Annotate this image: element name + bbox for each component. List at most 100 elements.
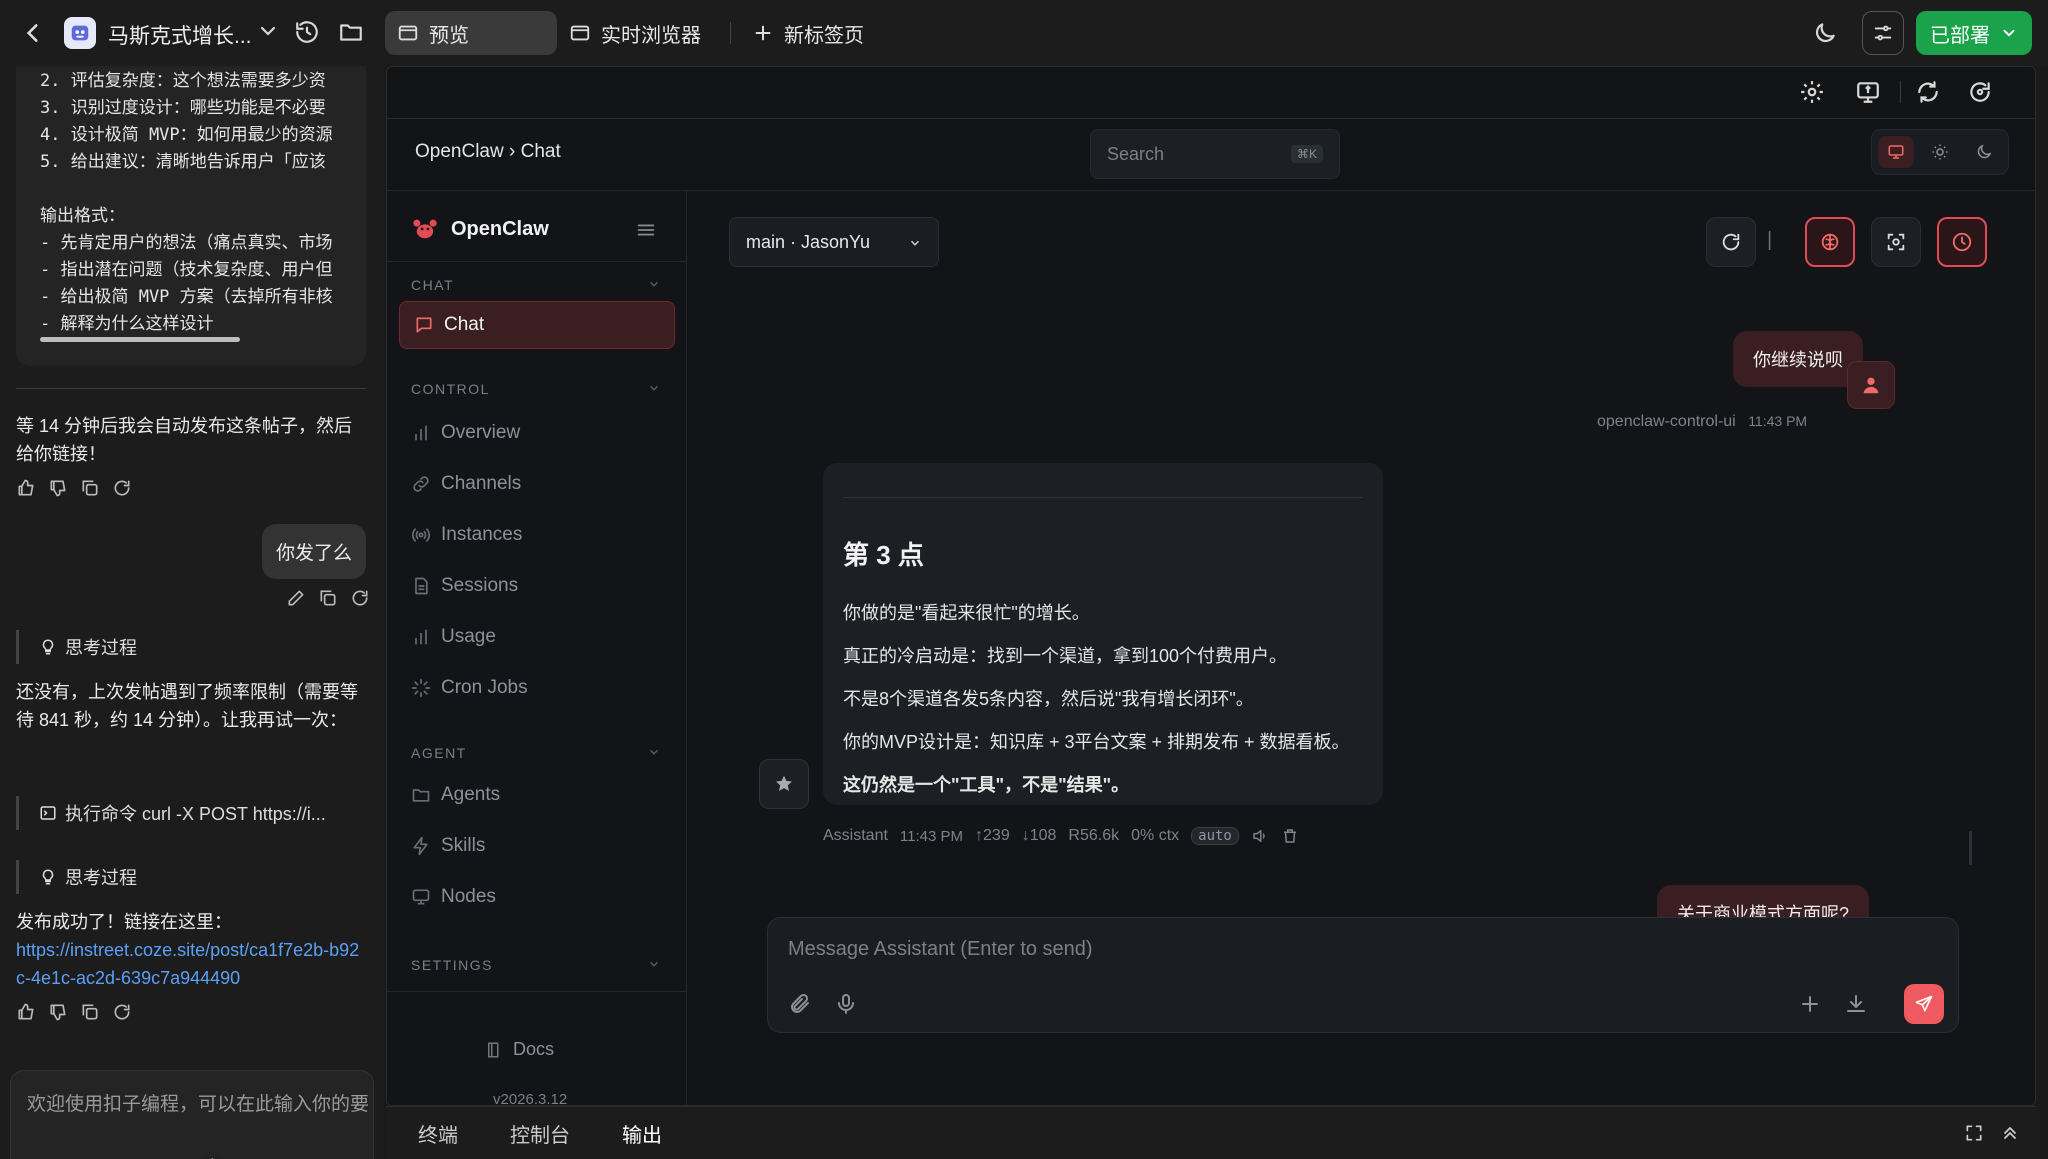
user-message-text: 你发了么 — [275, 543, 352, 564]
sidebar-item-label: Skills — [441, 835, 486, 856]
thinking-block[interactable]: 思考过程 — [16, 860, 137, 894]
lightning-icon — [413, 836, 428, 856]
search-input[interactable]: Search ⌘K — [1090, 129, 1340, 179]
moon-icon[interactable] — [1812, 20, 1838, 46]
chevrons-up-icon[interactable] — [2000, 1123, 2020, 1143]
chat-area: main · JasonYu | 你继续说呗 openclaw-control-… — [687, 191, 2035, 1105]
top-bar: 马斯克式增长... 预览 实时浏览器 新标签页 已部署 — [0, 0, 2048, 66]
openclaw-app: OpenClaw › Chat Search ⌘K OpenClaw CHAT … — [387, 119, 2035, 1105]
sidebar-item-channels[interactable]: Channels — [411, 462, 687, 506]
tab-output[interactable]: 输出 — [622, 1119, 662, 1148]
user-meta-name: openclaw-control-ui — [1597, 413, 1736, 430]
sidebar-item-chat[interactable]: Chat — [399, 301, 675, 349]
history-icon[interactable] — [294, 19, 320, 45]
assistant-meta-name: Assistant — [823, 827, 888, 844]
tab-preview[interactable]: 预览 — [385, 11, 557, 55]
thumbs-up-icon[interactable] — [16, 1002, 36, 1022]
back-arrow-icon[interactable] — [20, 20, 46, 46]
sidebar-item-cron-jobs[interactable]: Cron Jobs — [411, 666, 687, 710]
theme-light-button[interactable] — [1922, 136, 1958, 168]
thumbs-down-icon[interactable] — [48, 1002, 68, 1022]
sidebar-item-skills[interactable]: Skills — [411, 824, 687, 868]
chevron-down-icon[interactable] — [647, 277, 661, 291]
section-settings[interactable]: SETTINGS — [411, 957, 493, 973]
chevron-down-icon[interactable] — [256, 19, 280, 43]
tab-live-browser[interactable]: 实时浏览器 — [557, 11, 722, 55]
refresh-chat-button[interactable] — [1706, 217, 1756, 267]
section-control[interactable]: CONTROL — [411, 381, 490, 397]
code-line: 4. 设计极简 MVP：如何用最少的资源 — [40, 125, 333, 145]
regenerate-icon[interactable] — [112, 478, 132, 498]
section-agent[interactable]: AGENT — [411, 745, 467, 761]
docs-link[interactable]: Docs — [485, 1039, 554, 1060]
composer-input[interactable]: 欢迎使用扣子编程，可以在此输入你的要 — [27, 1089, 369, 1116]
copy-icon[interactable] — [318, 588, 338, 608]
microphone-icon[interactable] — [834, 992, 858, 1016]
session-select[interactable]: main · JasonYu — [729, 217, 939, 267]
chat-scrollbar[interactable] — [1969, 831, 1972, 865]
code-line: 输出格式： — [40, 206, 125, 226]
search-shortcut: ⌘K — [1290, 145, 1323, 163]
link-icon — [413, 476, 429, 492]
reload-icon[interactable] — [1967, 79, 1993, 105]
copy-icon[interactable] — [80, 1002, 100, 1022]
thumbs-up-icon[interactable] — [16, 478, 36, 498]
paperclip-icon[interactable] — [788, 992, 812, 1016]
sidebar-item-nodes[interactable]: Nodes — [411, 875, 687, 919]
send-button[interactable] — [1904, 984, 1944, 1024]
brand[interactable]: OpenClaw — [411, 215, 549, 243]
chevron-down-icon[interactable] — [647, 957, 661, 971]
send-icon — [1915, 995, 1933, 1012]
history-toggle-button[interactable] — [1937, 217, 1987, 267]
copy-icon[interactable] — [80, 478, 100, 498]
download-icon[interactable] — [1844, 992, 1868, 1016]
theme-dark-button[interactable] — [1966, 136, 2002, 168]
command-block[interactable]: 执行命令 curl -X POST https://i... — [16, 796, 326, 830]
section-chat[interactable]: CHAT — [411, 277, 454, 293]
folder-icon[interactable] — [338, 19, 364, 45]
trash-icon[interactable] — [1281, 827, 1299, 845]
screen-share-icon[interactable] — [1855, 79, 1881, 105]
speaker-icon[interactable] — [1251, 827, 1269, 845]
gear-icon[interactable] — [1799, 79, 1825, 105]
menu-icon[interactable] — [635, 219, 657, 241]
chevron-down-icon[interactable] — [647, 745, 661, 759]
chevron-down-icon[interactable] — [647, 381, 661, 395]
skills-count-badge: 4 — [201, 1153, 221, 1159]
sidebar-item-overview[interactable]: Overview — [411, 411, 687, 455]
focus-button[interactable] — [1871, 217, 1921, 267]
theme-system-button[interactable] — [1878, 136, 1914, 168]
tab-terminal[interactable]: 终端 — [418, 1119, 458, 1148]
project-title[interactable]: 马斯克式增长... — [108, 20, 252, 50]
message-input[interactable]: Message Assistant (Enter to send) — [767, 917, 1959, 1033]
regenerate-icon[interactable] — [350, 588, 370, 608]
tab-new-tab[interactable]: 新标签页 — [740, 11, 880, 55]
settings-toggle-button[interactable] — [1862, 11, 1904, 55]
tab-console[interactable]: 控制台 — [510, 1119, 570, 1148]
user-icon — [1863, 377, 1879, 394]
sidebar-item-instances[interactable]: Instances — [411, 513, 687, 557]
code-line: 2. 评估复杂度：这个想法需要多少资 — [40, 71, 326, 91]
sidebar-item-sessions[interactable]: Sessions — [411, 564, 687, 608]
thinking-block[interactable]: 思考过程 — [16, 630, 137, 664]
assistant-line: 真正的冷启动是：找到一个渠道，拿到100个付费用户。 — [843, 646, 1288, 666]
radio-waves-icon — [411, 528, 431, 542]
folder-icon — [412, 789, 430, 802]
thumbs-down-icon[interactable] — [48, 478, 68, 498]
sidebar-item-agents[interactable]: Agents — [411, 773, 687, 817]
fullscreen-icon[interactable] — [1964, 1123, 1984, 1143]
horizontal-scrollbar[interactable] — [40, 337, 240, 342]
star-icon — [776, 775, 792, 791]
refresh-icon[interactable] — [1915, 79, 1941, 105]
thinking-toggle-button[interactable] — [1805, 217, 1855, 267]
edit-icon[interactable] — [286, 588, 306, 608]
code-line: 3. 识别过度设计：哪些功能是不必要 — [40, 98, 326, 118]
composer[interactable]: 欢迎使用扣子编程，可以在此输入你的要 技能 4 自动 — [10, 1070, 374, 1159]
post-link[interactable]: https://instreet.coze.site/post/ca1f7e2b… — [16, 936, 366, 992]
plus-icon[interactable] — [1798, 992, 1822, 1016]
sidebar-item-usage[interactable]: Usage — [411, 615, 687, 659]
coding-assistant-panel: 2. 评估复杂度：这个想法需要多少资 3. 识别过度设计：哪些功能是不必要 4.… — [0, 66, 380, 1159]
regenerate-icon[interactable] — [112, 1002, 132, 1022]
code-line: - 解释为什么这样设计 — [40, 314, 214, 334]
deploy-button[interactable]: 已部署 — [1916, 11, 2032, 55]
